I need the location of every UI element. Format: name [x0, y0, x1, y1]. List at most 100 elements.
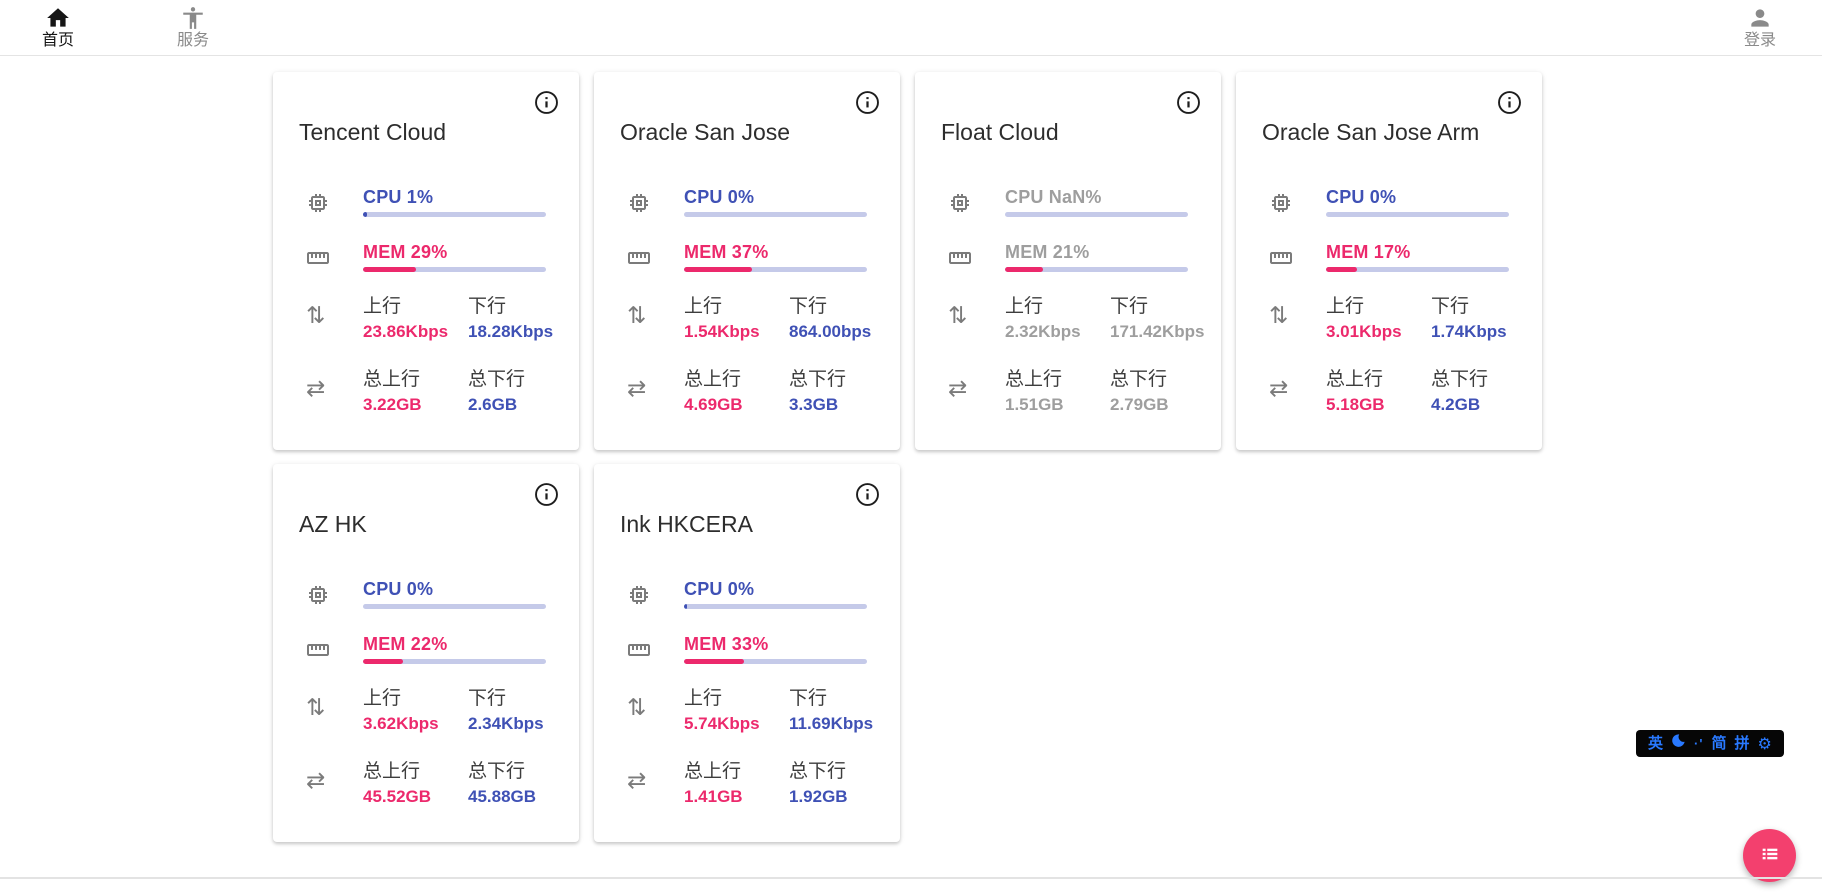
up-down-arrows-icon: ⇅	[1269, 294, 1326, 342]
cpu-usage-label: CPU 1%	[363, 186, 546, 208]
total-download-label: 总下行	[789, 761, 867, 783]
server-list-fab[interactable]	[1743, 829, 1796, 882]
cpu-row: CPU 0%	[627, 184, 867, 217]
cpu-bar-fill	[363, 212, 367, 217]
total-download-label: 总下行	[1110, 369, 1188, 391]
total-upload-label: 总上行	[363, 369, 468, 391]
total-upload-label: 总上行	[684, 369, 789, 391]
ruler-icon	[948, 239, 1005, 272]
total-download-value: 45.88GB	[468, 787, 546, 807]
upload-label: 上行	[684, 688, 789, 710]
cpu-row: CPU 0%	[627, 576, 867, 609]
mem-row: MEM 21%	[948, 239, 1188, 272]
total-upload-label: 总上行	[363, 761, 468, 783]
left-right-arrows-icon: ⇄	[627, 367, 684, 415]
upload-label: 上行	[1005, 296, 1110, 318]
mem-row: MEM 33%	[627, 631, 867, 664]
ruler-icon	[627, 631, 684, 664]
mem-bar-fill	[1005, 267, 1043, 272]
cpu-progress-bar	[684, 604, 867, 609]
network-speed-row: ⇅ 上行 3.62Kbps 下行 2.34Kbps	[306, 686, 546, 734]
upload-label: 上行	[363, 688, 468, 710]
mem-row: MEM 22%	[306, 631, 546, 664]
ime-pinyin-toggle[interactable]: 拼	[1734, 730, 1749, 757]
mem-progress-bar	[1326, 267, 1509, 272]
mem-row: MEM 17%	[1269, 239, 1509, 272]
ime-english-toggle[interactable]: 英	[1648, 730, 1663, 757]
cpu-row: CPU 1%	[306, 184, 546, 217]
up-down-arrows-icon: ⇅	[627, 686, 684, 734]
info-icon[interactable]	[533, 481, 560, 508]
download-label: 下行	[789, 688, 867, 710]
ime-punctuation-toggle[interactable]: ·'	[1694, 730, 1703, 757]
ime-toolbar: 英 ·' 简 拼 ⚙	[1636, 730, 1784, 757]
total-upload-value: 1.41GB	[684, 787, 789, 807]
download-value: 171.42Kbps	[1110, 322, 1188, 342]
cpu-usage-label: CPU 0%	[684, 578, 867, 600]
left-right-arrows-icon: ⇄	[627, 759, 684, 807]
network-speed-row: ⇅ 上行 2.32Kbps 下行 171.42Kbps	[948, 294, 1188, 342]
info-icon[interactable]	[854, 481, 881, 508]
server-card: Oracle San Jose Arm CPU 0%	[1236, 72, 1542, 450]
download-value: 1.74Kbps	[1431, 322, 1509, 342]
server-card: Oracle San Jose CPU 0%	[594, 72, 900, 450]
cpu-chip-icon	[948, 184, 1005, 217]
server-card: Tencent Cloud CPU 1%	[273, 72, 579, 450]
total-upload-value: 1.51GB	[1005, 395, 1110, 415]
total-upload-label: 总上行	[1005, 369, 1110, 391]
mem-usage-label: MEM 29%	[363, 241, 546, 263]
download-value: 2.34Kbps	[468, 714, 546, 734]
network-speed-row: ⇅ 上行 3.01Kbps 下行 1.74Kbps	[1269, 294, 1509, 342]
mem-usage-label: MEM 33%	[684, 633, 867, 655]
left-right-arrows-icon: ⇄	[306, 759, 363, 807]
crescent-moon-icon[interactable]	[1671, 730, 1686, 757]
download-label: 下行	[1431, 296, 1509, 318]
gear-icon[interactable]: ⚙	[1757, 730, 1771, 757]
total-download-label: 总下行	[468, 369, 546, 391]
cpu-chip-icon	[1269, 184, 1326, 217]
upload-value: 23.86Kbps	[363, 322, 468, 342]
footer-divider	[0, 877, 1822, 879]
upload-value: 3.62Kbps	[363, 714, 468, 734]
nav-services-label: 服务	[177, 32, 209, 50]
download-value: 18.28Kbps	[468, 322, 546, 342]
total-upload-value: 4.69GB	[684, 395, 789, 415]
ime-simplified-toggle[interactable]: 简	[1711, 730, 1726, 757]
accessibility-icon	[180, 5, 206, 31]
mem-usage-label: MEM 17%	[1326, 241, 1509, 263]
nav-item-login[interactable]: 登录	[1724, 0, 1796, 55]
info-icon[interactable]	[533, 89, 560, 116]
nav-item-home[interactable]: 首页	[22, 0, 94, 55]
download-label: 下行	[1110, 296, 1188, 318]
left-right-arrows-icon: ⇄	[306, 367, 363, 415]
cpu-progress-bar	[363, 604, 546, 609]
network-speed-row: ⇅ 上行 5.74Kbps 下行 11.69Kbps	[627, 686, 867, 734]
download-value: 11.69Kbps	[789, 714, 867, 734]
download-label: 下行	[789, 296, 867, 318]
network-total-row: ⇄ 总上行 1.51GB 总下行 2.79GB	[948, 367, 1188, 415]
total-upload-value: 5.18GB	[1326, 395, 1431, 415]
person-icon	[1747, 5, 1773, 31]
server-name: Float Cloud	[941, 118, 1161, 146]
upload-value: 1.54Kbps	[684, 322, 789, 342]
total-download-label: 总下行	[789, 369, 867, 391]
up-down-arrows-icon: ⇅	[306, 294, 363, 342]
mem-progress-bar	[684, 267, 867, 272]
download-value: 864.00bps	[789, 322, 867, 342]
total-upload-label: 总上行	[684, 761, 789, 783]
cpu-chip-icon	[306, 184, 363, 217]
nav-item-services[interactable]: 服务	[157, 0, 229, 55]
mem-progress-bar	[1005, 267, 1188, 272]
mem-usage-label: MEM 22%	[363, 633, 546, 655]
info-icon[interactable]	[1496, 89, 1523, 116]
mem-progress-bar	[363, 659, 546, 664]
mem-bar-fill	[363, 659, 403, 664]
info-icon[interactable]	[854, 89, 881, 116]
server-name: AZ HK	[299, 510, 519, 538]
cpu-progress-bar	[1005, 212, 1188, 217]
server-name: Oracle San Jose Arm	[1262, 118, 1482, 146]
nav-login-label: 登录	[1744, 32, 1776, 50]
info-icon[interactable]	[1175, 89, 1202, 116]
server-name: Oracle San Jose	[620, 118, 840, 146]
mem-bar-fill	[684, 659, 744, 664]
